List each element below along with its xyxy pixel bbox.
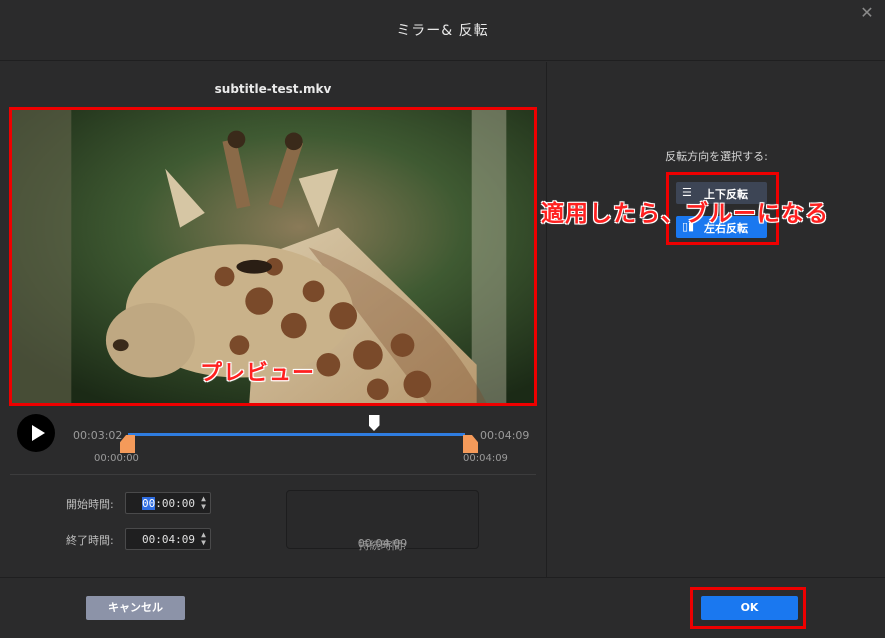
cancel-button[interactable]: キャンセル: [86, 596, 185, 620]
dialog-title: ミラー& 反転: [396, 23, 489, 39]
total-time: 00:04:09: [480, 429, 530, 442]
flip-annotation: 適用したら、ブルーになる: [541, 201, 829, 227]
duration-value: 00:04:09: [357, 537, 408, 550]
play-button[interactable]: [17, 414, 55, 452]
dialog-titlebar: ミラー& 反転 ✕: [0, 0, 885, 61]
dialog-footer: キャンセル OK: [0, 577, 885, 638]
end-time-input[interactable]: 00:04:09 ▲ ▼: [125, 528, 211, 550]
file-name: subtitle-test.mkv: [214, 82, 332, 96]
end-time-label: 終了時間:: [66, 534, 114, 547]
divider: [10, 474, 536, 475]
duration-display: 持続時間: 00:04:09: [286, 490, 479, 552]
close-icon[interactable]: ✕: [859, 5, 875, 21]
video-preview: プレビュー: [9, 107, 537, 406]
current-time: 00:03:02: [73, 429, 123, 442]
ok-button[interactable]: OK: [701, 596, 798, 620]
trim-end-handle[interactable]: [463, 435, 478, 453]
start-time-spinner[interactable]: ▲ ▼: [201, 495, 206, 511]
end-time-value: 00:04:09: [142, 533, 195, 546]
preview-annotation: プレビュー: [200, 361, 316, 386]
end-marker-time: 00:04:09: [463, 453, 508, 464]
start-time-selected: 00: [142, 497, 156, 510]
start-time-label: 開始時間:: [66, 498, 114, 511]
start-marker-time: 00:00:00: [94, 453, 139, 464]
flip-direction-title: 反転方向を選択する:: [665, 150, 768, 163]
playhead-handle[interactable]: [368, 415, 380, 431]
start-time-rest: :00:00: [155, 497, 195, 510]
end-time-spinner[interactable]: ▲ ▼: [201, 531, 206, 547]
start-time-input[interactable]: 00:00:00 ▲ ▼: [125, 492, 211, 514]
preview-panel: subtitle-test.mkv プレビュー 00:03:02 00:04:0…: [0, 62, 547, 577]
timeline-track[interactable]: [128, 433, 465, 436]
flip-panel: 反転方向を選択する: ☰ 上下反転 ▯▮ 左右反転: [548, 62, 885, 577]
